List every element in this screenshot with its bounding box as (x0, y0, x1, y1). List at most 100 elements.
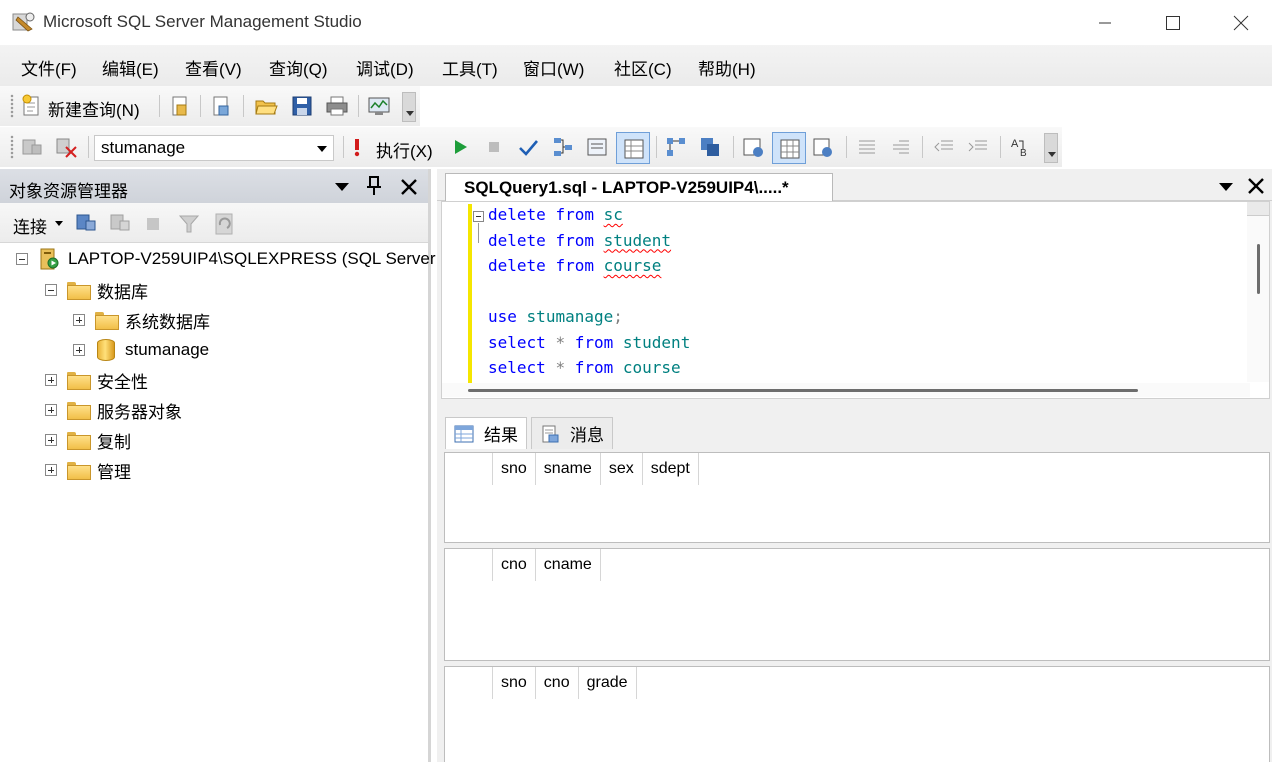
close-button[interactable] (1207, 0, 1272, 45)
filter-icon[interactable] (178, 213, 200, 235)
sql-editor-toolbar: stumanage 执行(X) A B (0, 127, 1062, 167)
sql-editor[interactable]: delete from sc delete from student delet… (441, 201, 1270, 399)
maximize-button[interactable] (1139, 0, 1207, 45)
pin-icon[interactable] (366, 175, 382, 197)
stop-icon[interactable] (146, 217, 160, 231)
tree-node-label: 管理 (97, 462, 131, 482)
display-plan-icon[interactable] (551, 135, 575, 159)
menu-debug[interactable]: 调试(D) (356, 55, 414, 80)
outline-collapse-icon[interactable] (473, 211, 484, 222)
expand-icon[interactable] (45, 434, 57, 446)
database-engine-query-icon[interactable] (168, 94, 192, 118)
column-header[interactable]: cno (535, 667, 579, 699)
column-header[interactable]: cname (535, 549, 601, 581)
expand-icon[interactable] (45, 464, 57, 476)
debug-play-icon[interactable] (448, 135, 472, 159)
client-statistics-icon[interactable] (698, 135, 722, 159)
tree-node-databases[interactable]: 数据库 (45, 276, 148, 304)
results-to-text-icon[interactable] (741, 135, 765, 159)
query-options-icon[interactable] (585, 135, 609, 159)
collapse-icon[interactable] (16, 253, 28, 265)
tree-node-server[interactable]: LAPTOP-V259UIP4\SQLEXPRESS (SQL Server (16, 245, 436, 273)
row-header-corner[interactable] (445, 549, 493, 581)
tab-messages[interactable]: 消息 (531, 417, 613, 449)
menu-file[interactable]: 文件(F) (21, 55, 77, 80)
specify-template-values-icon[interactable]: AB (1009, 135, 1033, 159)
menu-query[interactable]: 查询(Q) (269, 55, 328, 80)
column-header[interactable]: sex (600, 453, 643, 485)
comment-out-icon[interactable] (855, 135, 879, 159)
results-grid-mode-toggle[interactable] (772, 132, 806, 164)
refresh-icon[interactable] (212, 211, 238, 237)
tree-node-security[interactable]: 安全性 (45, 366, 148, 394)
tree-node-server-objects[interactable]: 服务器对象 (45, 396, 182, 424)
uncomment-icon[interactable] (889, 135, 913, 159)
panel-menu-dropdown-icon[interactable] (334, 181, 350, 193)
menu-view[interactable]: 查看(V) (185, 55, 242, 80)
available-databases-select[interactable]: stumanage (94, 135, 334, 161)
column-header[interactable]: sname (535, 453, 601, 485)
tree-node-stumanage[interactable]: stumanage (73, 336, 209, 364)
new-query-icon[interactable] (20, 94, 44, 118)
analysis-query-icon[interactable] (209, 94, 233, 118)
print-icon[interactable] (325, 94, 349, 118)
activity-monitor-icon[interactable] (367, 94, 391, 118)
row-header-corner[interactable] (445, 667, 493, 699)
toolbar-grip[interactable] (10, 135, 14, 159)
decrease-indent-icon[interactable] (932, 135, 956, 159)
code-line-5: use stumanage; (488, 307, 623, 326)
panel-close-icon[interactable] (400, 178, 418, 196)
connect-icon[interactable] (20, 135, 44, 159)
menu-help[interactable]: 帮助(H) (698, 55, 756, 80)
row-header-corner[interactable] (445, 453, 493, 485)
column-header[interactable]: sno (493, 667, 536, 699)
column-header[interactable]: grade (578, 667, 637, 699)
connect-object-explorer-icon[interactable] (74, 211, 98, 235)
execute-button[interactable]: 执行(X) (376, 137, 433, 162)
toolbar-overflow-button[interactable] (1044, 133, 1058, 163)
editor-horizontal-scrollbar[interactable] (442, 383, 1250, 397)
menu-community[interactable]: 社区(C) (614, 55, 672, 80)
column-header[interactable]: sno (493, 453, 536, 485)
results-grid-student[interactable]: sno sname sex sdept (444, 452, 1270, 543)
scroll-up-button[interactable] (1247, 202, 1269, 216)
toolbar-grip[interactable] (10, 94, 14, 118)
new-query-button[interactable]: 新建查询(N) (48, 96, 140, 121)
scroll-thumb[interactable] (1257, 244, 1260, 294)
execute-icon[interactable] (350, 135, 364, 159)
minimize-button[interactable] (1071, 0, 1139, 45)
tab-sqlquery1[interactable]: SQLQuery1.sql - LAPTOP-V259UIP4\.....* (445, 173, 833, 202)
results-grid-course[interactable]: cno cname (444, 548, 1270, 661)
results-to-grid-toggle[interactable] (616, 132, 650, 164)
column-header[interactable]: sdept (642, 453, 699, 485)
expand-icon[interactable] (73, 314, 85, 326)
toolbar-overflow-button[interactable] (402, 92, 416, 122)
parse-check-icon[interactable] (516, 135, 540, 159)
collapse-icon[interactable] (45, 284, 57, 296)
expand-icon[interactable] (45, 374, 57, 386)
expand-icon[interactable] (45, 404, 57, 416)
menu-edit[interactable]: 编辑(E) (102, 55, 159, 80)
expand-icon[interactable] (73, 344, 85, 356)
disconnect-object-explorer-icon[interactable] (108, 211, 132, 235)
cancel-query-icon[interactable] (482, 135, 506, 159)
include-plan-icon[interactable] (664, 135, 688, 159)
results-to-file-icon[interactable] (810, 135, 834, 159)
menu-window[interactable]: 窗口(W) (523, 55, 584, 80)
open-file-icon[interactable] (254, 94, 278, 118)
column-header[interactable]: cno (493, 549, 536, 581)
tab-results[interactable]: 结果 (445, 417, 527, 449)
save-icon[interactable] (290, 94, 314, 118)
results-grid-sc[interactable]: sno cno grade (444, 666, 1270, 762)
connect-dropdown[interactable]: 连接 (13, 213, 47, 238)
document-list-dropdown-icon[interactable] (1218, 181, 1234, 193)
document-close-icon[interactable] (1247, 177, 1265, 195)
increase-indent-icon[interactable] (966, 135, 990, 159)
menu-tools[interactable]: 工具(T) (442, 55, 498, 80)
disconnect-icon[interactable] (54, 135, 78, 159)
tree-node-replication[interactable]: 复制 (45, 426, 131, 454)
tree-node-system-databases[interactable]: 系统数据库 (73, 306, 210, 334)
scroll-thumb[interactable] (468, 389, 1138, 392)
tree-node-management[interactable]: 管理 (45, 456, 131, 484)
editor-vertical-scrollbar[interactable] (1247, 202, 1269, 382)
